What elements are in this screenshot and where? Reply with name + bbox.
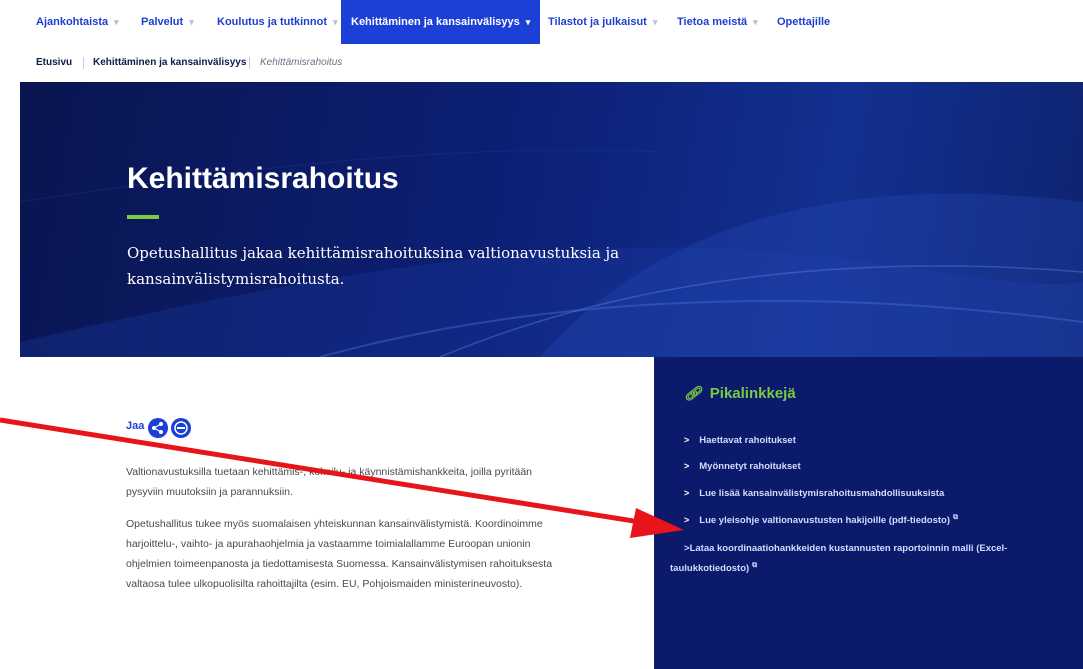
quick-links-panel: 🔗︎ Pikalinkkejä > Haettavat rahoitukset > M… xyxy=(654,357,1083,669)
quick-link-label: Lue yleisohje valtionavustusten hakijoil… xyxy=(699,515,950,527)
breadcrumb-divider xyxy=(249,57,250,69)
nav-item-tilastot[interactable]: Tilastot ja julkaisut ▾ xyxy=(548,0,657,44)
nav-item-label: Koulutus ja tutkinnot xyxy=(217,16,327,28)
quick-link-label: Myönnetyt rahoitukset xyxy=(699,461,801,472)
minus-circle-icon[interactable] xyxy=(171,418,191,438)
external-link-icon: ⧉ xyxy=(953,514,958,521)
nav-item-label: Tilastot ja julkaisut xyxy=(548,16,647,28)
nav-item-label: Kehittäminen ja kansainvälisyys xyxy=(351,16,520,28)
external-link-icon: ⧉ xyxy=(752,562,758,569)
nav-item-palvelut[interactable]: Palvelut ▾ xyxy=(141,0,194,44)
chevron-down-icon: ▾ xyxy=(652,17,658,27)
chevron-down-icon: ▾ xyxy=(332,17,338,27)
hero-intro-text: Opetushallitus jakaa kehittämisrahoituks… xyxy=(127,244,620,288)
breadcrumb-current: Kehittämisrahoitus xyxy=(260,57,343,68)
link-icon: 🔗︎ xyxy=(684,385,702,401)
breadcrumb: Etusivu Kehittäminen ja kansainvälisyys … xyxy=(20,44,1083,83)
page: Ajankohtaista ▾ Palvelut ▾ Koulutus ja tut… xyxy=(20,0,1083,669)
nav-item-koulutus[interactable]: Koulutus ja tutkinnot ▾ xyxy=(217,0,338,44)
nav-item-opettajille[interactable]: Opettajille xyxy=(777,0,830,44)
page-title: Kehittämisrahoitus xyxy=(127,162,399,195)
nav-item-tietoa-meista[interactable]: Tietoa meistä ▾ xyxy=(677,0,758,44)
quick-link-kansainvalistyminen[interactable]: > Lue lisää kansainvälistymisrahoitusmahd… xyxy=(684,488,944,499)
chevron-down-icon: ▾ xyxy=(114,17,119,27)
share-icon[interactable] xyxy=(148,418,168,438)
nav-item-label: Ajankohtaista xyxy=(36,16,109,28)
quick-link-myonnetyt[interactable]: > Myönnetyt rahoitukset xyxy=(684,461,801,472)
nav-item-label: Tietoa meistä xyxy=(677,16,748,28)
breadcrumb-home-link[interactable]: Etusivu xyxy=(36,44,72,82)
title-accent-bar xyxy=(127,215,159,219)
chevron-right-icon: > xyxy=(684,435,690,445)
nav-item-label: Opettajille xyxy=(777,16,831,28)
nav-item-kehittaminen[interactable]: Kehittäminen ja kansainvälisyys ▾ xyxy=(341,0,541,44)
quick-links-heading: 🔗︎ Pikalinkkejä xyxy=(684,385,796,402)
quick-link-label: Haettavat rahoitukset xyxy=(699,435,796,446)
main-navigation: Ajankohtaista ▾ Palvelut ▾ Koulutus ja tut… xyxy=(20,0,1083,45)
chevron-down-icon: ▾ xyxy=(189,17,194,27)
quick-link-haettavat[interactable]: > Haettavat rahoitukset xyxy=(684,435,796,446)
breadcrumb-parent-link[interactable]: Kehittäminen ja kansainvälisyys xyxy=(93,44,246,82)
article-paragraph: Valtionavustuksilla tuetaan kehittämis-,… xyxy=(126,466,533,498)
chevron-right-icon: > xyxy=(684,488,690,498)
quick-link-raportointimalli[interactable]: >Lataa koordinaatiohankkeiden kustannust… xyxy=(670,540,1070,577)
quick-links-title: Pikalinkkejä xyxy=(709,385,796,402)
quick-link-yleisohje[interactable]: > Lue yleisohje valtionavustusten hakijoi… xyxy=(684,514,958,526)
quick-link-label: Lataa koordinaatiohankkeiden kustannuste… xyxy=(670,543,1008,575)
breadcrumb-divider xyxy=(83,57,84,69)
article-body: Valtionavustuksilla tuetaan kehittämis-,… xyxy=(126,462,566,606)
chevron-right-icon: > xyxy=(684,515,690,526)
hero-banner: Kehittämisrahoitus Opetushallitus jakaa … xyxy=(20,82,1083,357)
hero-wave-decoration xyxy=(20,149,1083,357)
nav-item-label: Palvelut xyxy=(141,16,184,28)
nav-item-ajankohtaista[interactable]: Ajankohtaista ▾ xyxy=(36,0,119,44)
chevron-down-icon: ▾ xyxy=(525,17,531,27)
chevron-down-icon: ▾ xyxy=(753,17,758,27)
article-paragraph: Opetushallitus tukee myös suomalaisen yh… xyxy=(126,518,553,590)
quick-link-label: Lue lisää kansainvälistymisrahoitusmahdo… xyxy=(699,488,945,499)
share-label: Jaa xyxy=(126,420,145,432)
chevron-right-icon: > xyxy=(684,461,690,471)
